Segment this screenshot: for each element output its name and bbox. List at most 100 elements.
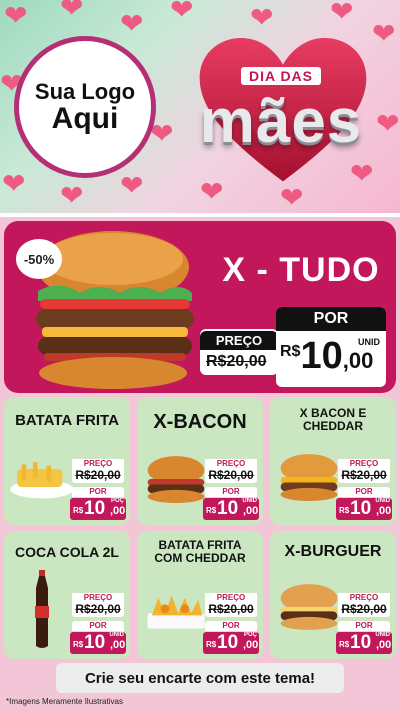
discount-badge: -50% [16,239,62,279]
heart-icon: ❤ [250,2,274,33]
product-card-x-bacon-cheddar[interactable]: X BACON E CHEDDAR PREÇO R$20,00 POR R$ 1… [270,397,396,525]
price-cents: ,00 [342,348,374,373]
divider [0,213,400,217]
old-price-label: PREÇO [72,593,124,602]
old-price-box: PREÇO R$20,00 [72,593,124,617]
price-integer: 10 [84,632,106,653]
old-price-box: PREÇO R$20,00 [338,459,390,483]
product-name: BATATA FRITA COM CHEDDAR [154,538,246,566]
old-price-label: PREÇO [205,459,257,468]
burger-image [147,456,205,503]
old-price-label: PREÇO [338,459,390,468]
product-name: X-BURGUER [284,543,382,560]
product-grid: BATATA FRITA PREÇO R$20,00 POR R$ 10 ,00… [4,397,396,661]
currency: R$ [280,343,301,360]
price-unit: POÇ [243,632,257,638]
price-cents: ,00 [110,639,126,651]
old-price-label: PREÇO [72,459,124,468]
product-name: X BACON E CHEDDAR [299,406,367,434]
logo-text-line1: Sua Logo [34,78,136,104]
price-unit: UNID [109,632,124,638]
currency: R$ [339,506,350,515]
new-price: R$ 10 ,00 UNID [336,632,392,654]
new-price-label: POR [338,487,390,497]
new-price-label: POR [72,621,124,631]
heart-icon: ❤ [170,0,194,25]
new-price-label: POR [72,487,124,497]
currency: R$ [73,640,84,649]
heart-icon: ❤ [120,8,144,39]
heart-icon: ❤ [2,168,26,199]
old-price-label: PREÇO [205,593,257,602]
old-price: R$20,00 [75,602,121,616]
price-cents: ,00 [243,639,259,651]
event-subtitle: DIA DAS [168,67,394,85]
old-price-label: PREÇO [200,331,278,350]
product-card-batata-frita[interactable]: BATATA FRITA PREÇO R$20,00 POR R$ 10 ,00… [4,397,130,525]
new-price: R$ 10 ,00 POÇ [70,498,126,520]
product-card-coca-cola[interactable]: COCA COLA 2L PREÇO R$20,00 POR R$ 10 ,00… [4,531,130,659]
price-integer: 10 [350,632,372,653]
create-flyer-button[interactable]: Crie seu encarte com este tema! [56,663,344,693]
old-price: R$20,00 [341,602,387,616]
burger-image [280,454,338,501]
price-integer: 10 [300,335,343,377]
new-price-label: POR [205,487,257,497]
new-price: R$ 10 ,00 UNID [70,632,126,654]
old-price-box: PREÇO R$20,00 [338,593,390,617]
old-price-box: PREÇO R$20,00 [200,329,278,375]
logo-placeholder: Sua Logo Aqui [14,36,156,178]
price-unit: UNID [375,632,390,638]
price-integer: 10 [217,632,239,653]
old-price: R$20,00 [341,468,387,482]
product-card-x-burguer[interactable]: X-BURGUER PREÇO R$20,00 POR R$ 10 ,00 UN… [270,531,396,659]
price-cents: ,00 [243,505,259,517]
heart-icon: ❤ [60,0,84,23]
new-price-label: POR [205,621,257,631]
new-price-label: POR [338,621,390,631]
price-cents: ,00 [376,639,392,651]
currency: R$ [339,640,350,649]
old-price: R$20,00 [208,602,254,616]
old-price: R$20,00 [75,468,121,482]
featured-product-card[interactable]: -50% X - TUDO PREÇO R$20,00 POR R$10,00 … [4,221,396,393]
product-name: COCA COLA 2L [15,544,119,560]
price-unit: POÇ [110,498,124,504]
new-price: R$ 10 ,00 UNID [336,498,392,520]
new-price-box: POR R$10,00 UNID [276,307,386,387]
event-title: mães [199,87,363,156]
old-price-box: PREÇO R$20,00 [205,593,257,617]
product-card-x-bacon[interactable]: X-BACON PREÇO R$20,00 POR R$ 10 ,00 UNID [137,397,263,525]
price-unit: UNID [375,498,390,504]
new-price: R$ 10 ,00 UNID [203,498,259,520]
price-cents: ,00 [376,505,392,517]
price-integer: 10 [350,498,372,519]
product-card-batata-cheddar[interactable]: BATATA FRITA COM CHEDDAR PREÇO R$20,00 P… [137,531,263,659]
price-unit: UNID [242,498,257,504]
mothers-day-title: DIA DAS mães [168,30,394,190]
featured-product-name: X - TUDO [222,251,380,289]
price-integer: 10 [217,498,239,519]
old-price: R$20,00 [208,468,254,482]
price-integer: 10 [84,498,106,519]
product-name: X-BACON [153,411,247,433]
new-price-label: POR [276,307,386,331]
fries-cheddar-image [147,595,205,629]
old-price: R$20,00 [206,353,267,370]
currency: R$ [206,506,217,515]
heart-icon: ❤ [60,180,84,211]
price-cents: ,00 [110,505,126,517]
disclaimer-text: *Imagens Meramente Ilustrativas [6,697,123,706]
old-price-box: PREÇO R$20,00 [205,459,257,483]
new-price: R$ 10 ,00 POÇ [203,632,259,654]
fries-image [10,462,74,499]
currency: R$ [73,506,84,515]
burger-image [280,584,338,630]
heart-icon: ❤ [330,0,354,27]
header-banner: ❤ ❤ ❤ ❤ ❤ ❤ ❤ ❤ ❤ ❤ ❤ ❤ ❤ ❤ ❤ ❤ Sua Logo… [0,0,400,213]
soda-bottle-image [35,570,49,648]
old-price-box: PREÇO R$20,00 [72,459,124,483]
heart-icon: ❤ [4,0,28,31]
price-unit: UNID [358,337,380,347]
logo-text-line2: Aqui [51,101,119,135]
